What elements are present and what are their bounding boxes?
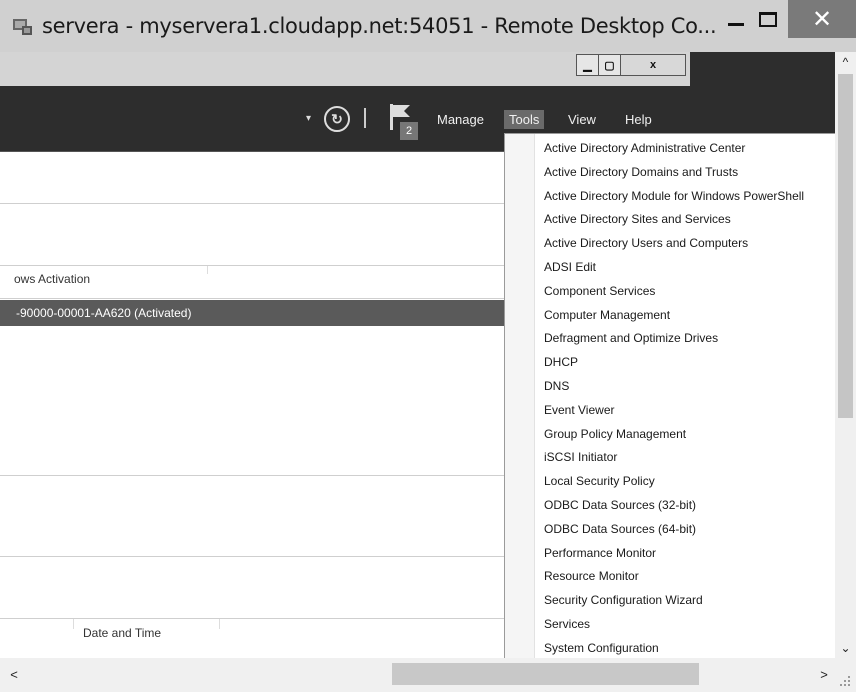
tools-menu-item[interactable]: Active Directory Domains and Trusts <box>544 165 738 179</box>
horizontal-scrollbar[interactable]: < > <box>0 658 856 692</box>
resize-grip-icon[interactable] <box>838 674 852 688</box>
menu-tools[interactable]: Tools <box>504 110 545 129</box>
tools-menu-item[interactable]: Active Directory Module for Windows Powe… <box>544 189 804 203</box>
chevron-down-icon: ⌄ <box>840 641 851 655</box>
refresh-icon: ↻ <box>331 110 343 127</box>
close-icon: ✕ <box>811 5 833 33</box>
scroll-left-button[interactable]: < <box>4 664 24 684</box>
chevron-down-icon[interactable]: ▾ <box>306 113 311 124</box>
tools-menu-item[interactable]: DNS <box>544 379 569 393</box>
close-button[interactable]: ✕ <box>788 0 856 38</box>
table-row[interactable]: -90000-00001-AA620 (Activated) <box>0 300 504 326</box>
tools-menu-item[interactable]: Computer Management <box>544 308 670 322</box>
divider <box>0 475 504 476</box>
column-divider <box>73 619 74 629</box>
divider <box>0 203 504 204</box>
tools-menu-item[interactable]: Local Security Policy <box>544 474 655 488</box>
horizontal-scroll-thumb[interactable] <box>392 663 699 685</box>
divider <box>0 556 504 557</box>
properties-pane: ows Activation -90000-00001-AA620 (Activ… <box>0 152 506 658</box>
tools-menu-item[interactable]: Active Directory Administrative Center <box>544 141 745 155</box>
tools-menu-item[interactable]: Defragment and Optimize Drives <box>544 331 718 345</box>
tools-menu-item[interactable]: ODBC Data Sources (32-bit) <box>544 498 696 512</box>
tools-menu-item[interactable]: DHCP <box>544 355 578 369</box>
column-divider <box>219 619 220 629</box>
scroll-up-button[interactable]: ^ <box>835 52 856 72</box>
chevron-right-icon: > <box>820 666 828 682</box>
inner-maximize-button[interactable]: ▢ <box>599 55 621 75</box>
refresh-button[interactable]: ↻ <box>324 106 350 132</box>
tools-menu-item[interactable]: ADSI Edit <box>544 260 596 274</box>
scroll-down-button[interactable]: ⌄ <box>835 638 856 658</box>
activation-status: -90000-00001-AA620 (Activated) <box>16 306 192 320</box>
inner-minimize-button[interactable]: ▁ <box>577 55 599 75</box>
chevron-up-icon: ^ <box>842 55 849 69</box>
tools-menu-item[interactable]: Active Directory Sites and Services <box>544 212 731 226</box>
tools-menu-item[interactable]: Event Viewer <box>544 403 614 417</box>
tools-menu-item[interactable]: Component Services <box>544 284 655 298</box>
tools-menu-item[interactable]: iSCSI Initiator <box>544 450 617 464</box>
remote-desktop-icon <box>13 19 32 35</box>
menu-view[interactable]: View <box>563 110 601 129</box>
notification-count-badge: 2 <box>400 122 418 140</box>
maximize-icon: ▢ <box>604 59 615 72</box>
divider <box>0 265 504 266</box>
column-divider <box>207 266 208 274</box>
tools-menu-item[interactable]: System Configuration <box>544 641 659 655</box>
server-manager-window-controls: ▁ ▢ x <box>576 54 686 76</box>
menu-help[interactable]: Help <box>620 110 657 129</box>
tools-menu-item[interactable]: Performance Monitor <box>544 546 656 560</box>
tools-menu-item[interactable]: Active Directory Users and Computers <box>544 236 748 250</box>
column-header-windows-activation[interactable]: ows Activation <box>14 272 90 286</box>
tools-menu-item[interactable]: Security Configuration Wizard <box>544 593 703 607</box>
toolbar-divider <box>364 108 366 128</box>
menu-manage[interactable]: Manage <box>432 110 489 129</box>
tools-menu-item[interactable]: ODBC Data Sources (64-bit) <box>544 522 696 536</box>
tools-menu-item[interactable]: Resource Monitor <box>544 569 639 583</box>
window-title: servera - myservera1.cloudapp.net:54051 … <box>42 14 717 38</box>
vertical-scrollbar[interactable]: ^ ⌄ <box>835 52 856 658</box>
chevron-left-icon: < <box>10 666 18 682</box>
minimize-icon <box>728 22 744 26</box>
inner-close-button[interactable]: x <box>621 55 685 75</box>
menu-icon-gutter <box>505 134 535 658</box>
column-header-date-and-time[interactable]: Date and Time <box>83 626 161 640</box>
vertical-scroll-thumb[interactable] <box>838 74 853 418</box>
maximize-icon <box>759 11 777 27</box>
minimize-icon: ▁ <box>583 59 592 72</box>
divider <box>0 618 504 619</box>
rdp-titlebar: servera - myservera1.cloudapp.net:54051 … <box>0 0 856 52</box>
tools-menu-item[interactable]: Services <box>544 617 590 631</box>
maximize-button[interactable] <box>743 0 793 38</box>
divider <box>0 298 504 299</box>
close-icon: x <box>649 59 657 71</box>
tools-menu-item[interactable]: Group Policy Management <box>544 427 686 441</box>
tools-dropdown-menu: Active Directory Administrative Center Ac… <box>504 133 836 659</box>
scroll-right-button[interactable]: > <box>814 664 834 684</box>
